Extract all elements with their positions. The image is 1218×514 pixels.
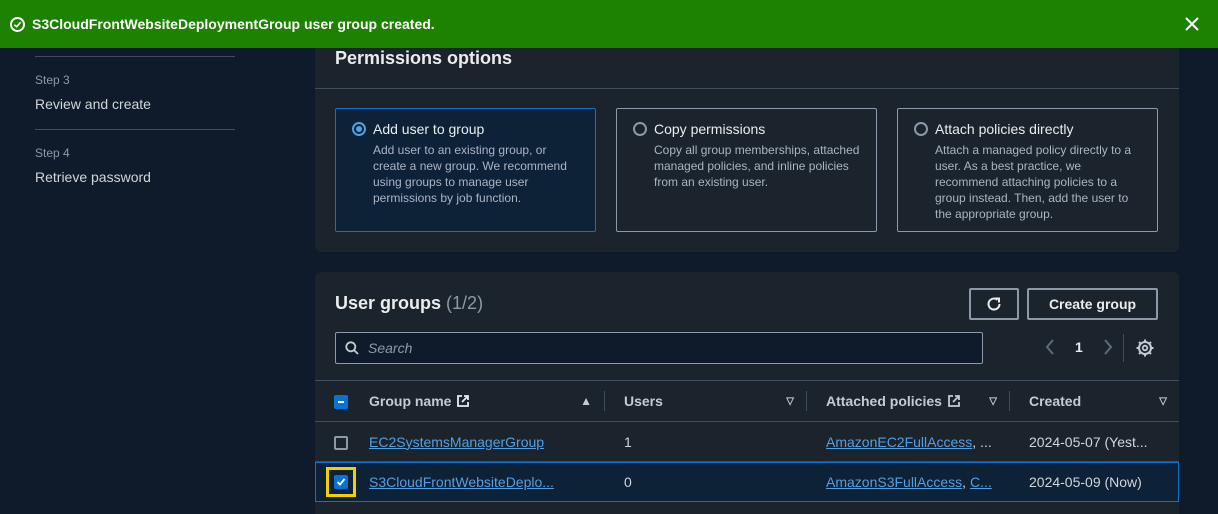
policy-overflow: , ... xyxy=(972,433,992,450)
option-description: Copy all group memberships, attached man… xyxy=(654,143,860,189)
user-groups-title: User groups (1/2) xyxy=(335,293,483,314)
column-label: Attached policies xyxy=(826,393,942,409)
refresh-icon xyxy=(987,297,1001,311)
column-users[interactable]: Users ▽ xyxy=(604,381,806,422)
created-cell: 2024-05-07 (Yest... xyxy=(1029,433,1148,450)
row-checkbox[interactable] xyxy=(334,474,348,489)
group-name-link[interactable]: S3CloudFrontWebsiteDeplo... xyxy=(369,474,554,490)
step-number: Step 4 xyxy=(35,146,70,160)
policy-separator: , xyxy=(962,473,970,490)
user-groups-panel: User groups (1/2) Create group 1 xyxy=(315,272,1179,514)
users-cell: 0 xyxy=(624,473,632,490)
option-attach-policies-directly[interactable]: Attach policies directly Attach a manage… xyxy=(897,108,1158,232)
radio-button[interactable] xyxy=(633,122,647,136)
select-all-header xyxy=(315,381,369,422)
column-separator xyxy=(604,391,605,411)
current-page[interactable]: 1 xyxy=(1075,339,1083,355)
option-title: Copy permissions xyxy=(654,121,766,137)
option-description: Add user to an existing group, or create… xyxy=(373,143,567,205)
selection-count: (1/2) xyxy=(446,293,484,313)
flash-message: S3CloudFrontWebsiteDeploymentGroup user … xyxy=(32,16,435,32)
pagination: 1 xyxy=(1041,338,1117,356)
column-label: Users xyxy=(624,393,663,409)
created-cell: 2024-05-09 (Now) xyxy=(1029,473,1142,490)
sort-icon[interactable]: ▽ xyxy=(786,396,794,407)
search-box[interactable] xyxy=(335,332,983,364)
column-separator xyxy=(806,391,807,411)
success-flash-banner: S3CloudFrontWebsiteDeploymentGroup user … xyxy=(0,0,1218,48)
chevron-right-icon[interactable] xyxy=(1099,338,1117,356)
close-icon[interactable] xyxy=(1185,17,1199,31)
step-title[interactable]: Retrieve password xyxy=(35,169,235,185)
external-link-icon xyxy=(457,395,470,407)
policies-cell: AmazonEC2FullAccess, ... xyxy=(806,422,1009,462)
column-created[interactable]: Created ▽ xyxy=(1009,381,1179,422)
check-circle-icon xyxy=(10,16,25,32)
panel-divider xyxy=(315,88,1179,89)
permissions-heading: Permissions options xyxy=(335,48,513,68)
step-4[interactable]: Step 4 Retrieve password xyxy=(35,130,235,202)
external-link-icon xyxy=(948,395,960,407)
sort-icon[interactable]: ▽ xyxy=(989,396,997,407)
column-label: Group name xyxy=(369,393,452,409)
users-cell: 1 xyxy=(624,433,632,450)
group-name-cell: EC2SystemsManagerGroup xyxy=(369,422,604,462)
column-attached-policies[interactable]: Attached policies ▽ xyxy=(806,381,1009,422)
row-select-cell xyxy=(315,422,369,462)
sort-icon[interactable]: ▽ xyxy=(1159,396,1167,407)
step-number: Step 3 xyxy=(35,73,70,87)
policy-link[interactable]: AmazonS3FullAccess xyxy=(826,474,962,490)
gear-icon[interactable] xyxy=(1135,338,1155,358)
user-groups-table: Group name ▲ Users ▽ Attached policies ▽… xyxy=(315,380,1179,502)
create-group-button[interactable]: Create group xyxy=(1027,288,1158,320)
permissions-options-panel: Permissions options Add user to group Ad… xyxy=(315,48,1179,252)
user-groups-heading: User groups xyxy=(335,293,442,313)
pager-divider xyxy=(1123,334,1124,362)
step-title[interactable]: Review and create xyxy=(35,96,235,112)
highlight-box xyxy=(326,466,356,497)
radio-button[interactable] xyxy=(352,122,366,136)
column-label: Created xyxy=(1029,393,1082,409)
policies-cell: AmazonS3FullAccess, C... xyxy=(806,462,1009,502)
column-group-name[interactable]: Group name ▲ xyxy=(369,381,604,422)
row-checkbox[interactable] xyxy=(334,435,348,450)
row-select-cell xyxy=(315,462,369,502)
wizard-steps: Step 3 Review and create Step 4 Retrieve… xyxy=(35,48,235,202)
table-header-row: Group name ▲ Users ▽ Attached policies ▽… xyxy=(315,380,1179,422)
table-row[interactable]: S3CloudFrontWebsiteDeplo... 0 AmazonS3Fu… xyxy=(315,461,1179,502)
search-icon xyxy=(345,341,359,355)
step-3[interactable]: Step 3 Review and create xyxy=(35,57,235,130)
refresh-button[interactable] xyxy=(969,288,1019,320)
option-description: Attach a managed policy directly to a us… xyxy=(935,143,1132,221)
search-input[interactable] xyxy=(368,340,968,356)
table-row[interactable]: EC2SystemsManagerGroup 1 AmazonEC2FullAc… xyxy=(315,422,1179,462)
option-copy-permissions[interactable]: Copy permissions Copy all group membersh… xyxy=(616,108,877,232)
group-name-link[interactable]: EC2SystemsManagerGroup xyxy=(369,434,544,450)
option-title: Attach policies directly xyxy=(935,121,1074,137)
policy-link[interactable]: C... xyxy=(970,474,992,490)
option-add-user-to-group[interactable]: Add user to group Add user to an existin… xyxy=(335,108,596,232)
select-all-checkbox[interactable] xyxy=(334,395,348,410)
option-title: Add user to group xyxy=(373,121,485,137)
column-separator xyxy=(1009,391,1010,411)
policy-link[interactable]: AmazonEC2FullAccess xyxy=(826,434,972,450)
sort-ascending-icon[interactable]: ▲ xyxy=(580,394,592,408)
chevron-left-icon[interactable] xyxy=(1041,338,1059,356)
radio-button[interactable] xyxy=(914,122,928,136)
group-name-cell: S3CloudFrontWebsiteDeplo... xyxy=(369,462,604,502)
